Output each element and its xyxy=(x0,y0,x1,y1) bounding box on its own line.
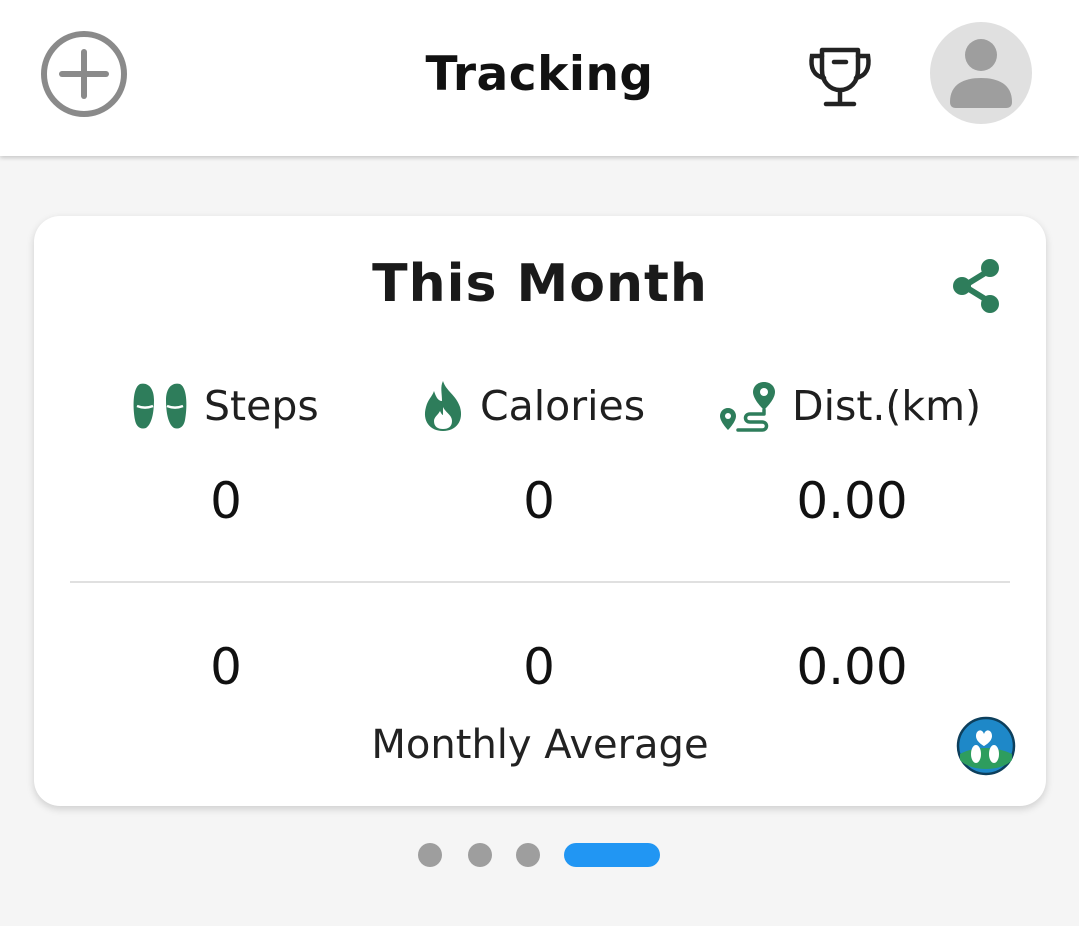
page-dot-4-active[interactable] xyxy=(564,843,660,867)
page-title: Tracking xyxy=(425,47,654,102)
person-icon xyxy=(950,39,1012,108)
divider xyxy=(70,581,1010,583)
avatar[interactable] xyxy=(930,22,1032,124)
distance-average: 0.00 xyxy=(796,638,908,696)
metric-calories: Calories xyxy=(420,376,645,436)
card-title: This Month xyxy=(372,254,708,314)
achievements-button[interactable] xyxy=(804,44,876,110)
metric-label: Dist.(km) xyxy=(792,382,982,430)
calories-average: 0 xyxy=(523,638,555,696)
share-icon xyxy=(953,259,999,313)
distance-total: 0.00 xyxy=(796,472,908,530)
trophy-icon xyxy=(809,47,871,107)
metric-label: Steps xyxy=(204,382,319,430)
metric-label: Calories xyxy=(480,382,646,430)
footprints-icon xyxy=(133,383,187,429)
route-icon xyxy=(720,382,775,432)
flame-icon xyxy=(424,381,462,431)
app-header: Tracking xyxy=(0,0,1079,156)
steps-total: 0 xyxy=(210,472,242,530)
share-button[interactable] xyxy=(952,258,1004,314)
average-label: Monthly Average xyxy=(371,722,709,768)
plus-circle-icon xyxy=(41,31,127,117)
metric-distance: Dist.(km) xyxy=(716,376,981,436)
add-button[interactable] xyxy=(40,30,128,118)
calories-total: 0 xyxy=(523,472,555,530)
app-logo-icon xyxy=(956,716,1016,776)
page-dot-1[interactable] xyxy=(418,843,442,867)
steps-average: 0 xyxy=(210,638,242,696)
monthly-summary-card: This Month Steps Calories Dist.(km) 0 0 … xyxy=(34,216,1046,806)
page-dot-3[interactable] xyxy=(516,843,540,867)
page-dot-2[interactable] xyxy=(468,843,492,867)
metric-steps: Steps xyxy=(130,376,319,436)
